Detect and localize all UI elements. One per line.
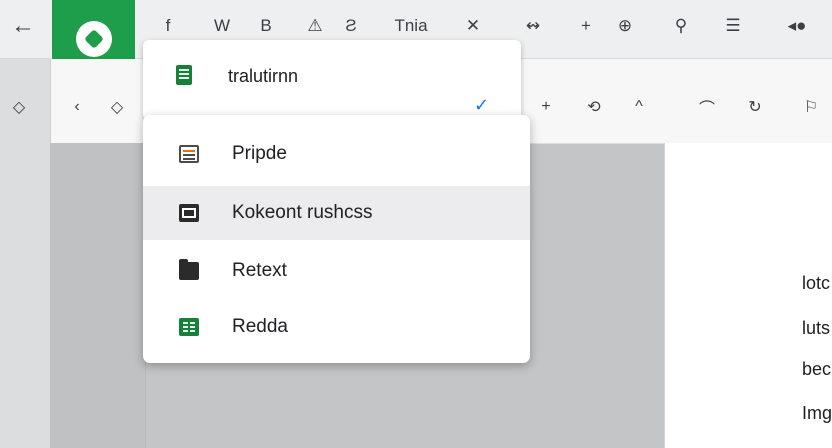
toolbar-button-6[interactable]: Tnia xyxy=(386,12,436,40)
recycle-logo-icon xyxy=(75,20,112,57)
undo-icon[interactable]: ‹ xyxy=(64,94,90,120)
chevron-up-icon[interactable]: ^ xyxy=(626,94,652,120)
add-icon[interactable]: + xyxy=(573,12,599,40)
dropdown-title[interactable]: tralutirnn xyxy=(228,66,298,87)
warning-icon[interactable]: ⚠ xyxy=(302,12,328,40)
speaker-icon[interactable]: ◂● xyxy=(782,12,812,40)
menu-item-spreadsheet[interactable]: Redda xyxy=(143,300,530,354)
toolbar-button-5[interactable]: Ƨ xyxy=(338,12,364,40)
menu-item-slides[interactable]: Kokeont rushcss xyxy=(143,186,530,240)
document-line: bec xyxy=(802,359,832,379)
document-margin xyxy=(50,143,146,448)
link-icon[interactable]: ↭ xyxy=(520,12,546,40)
toolbar-button-1[interactable]: f xyxy=(156,12,180,40)
arrow-left-icon: ← xyxy=(11,12,35,39)
rail-diamond-icon[interactable]: ◇ xyxy=(6,94,32,120)
plus-icon[interactable]: + xyxy=(533,94,559,120)
back-button[interactable]: ← xyxy=(6,8,40,44)
spreadsheet-icon xyxy=(179,318,199,336)
menu-item-label: Redda xyxy=(232,316,288,337)
check-icon: ✓ xyxy=(474,95,490,115)
curve-icon[interactable]: ⌒ xyxy=(694,94,720,120)
document-line: luts xyxy=(802,318,831,338)
menu-item-folder[interactable]: Retext xyxy=(143,244,530,298)
toolbar-button-2[interactable]: W xyxy=(207,12,237,40)
toolbar-button-3[interactable]: B xyxy=(253,12,279,40)
search-icon[interactable]: ⚲ xyxy=(668,12,694,40)
document-line: lotc xyxy=(802,273,831,293)
menu-item-document[interactable]: Pripde xyxy=(143,127,530,181)
document-icon xyxy=(179,145,199,163)
flag-icon[interactable]: ⚐ xyxy=(798,94,824,120)
menu-icon[interactable]: ☰ xyxy=(720,12,746,40)
rotate-icon[interactable]: ⟲ xyxy=(581,94,607,120)
menu-item-label: Pripde xyxy=(232,143,287,164)
menu-item-label: Kokeont rushcss xyxy=(232,202,373,223)
document-line: Img xyxy=(802,403,832,423)
close-icon[interactable]: ✕ xyxy=(460,12,486,40)
create-menu: Pripde Kokeont rushcss Retext Redda xyxy=(143,115,530,363)
spreadsheet-icon xyxy=(176,65,192,85)
menu-item-label: Retext xyxy=(232,260,287,281)
insert-icon[interactable]: ⊕ xyxy=(612,12,638,40)
refresh-icon[interactable]: ↻ xyxy=(742,94,768,120)
slides-icon xyxy=(179,204,199,222)
folder-icon xyxy=(179,259,199,280)
redo-icon[interactable]: ◇ xyxy=(104,94,130,120)
title-dropdown: tralutirnn ✓ xyxy=(143,40,521,120)
